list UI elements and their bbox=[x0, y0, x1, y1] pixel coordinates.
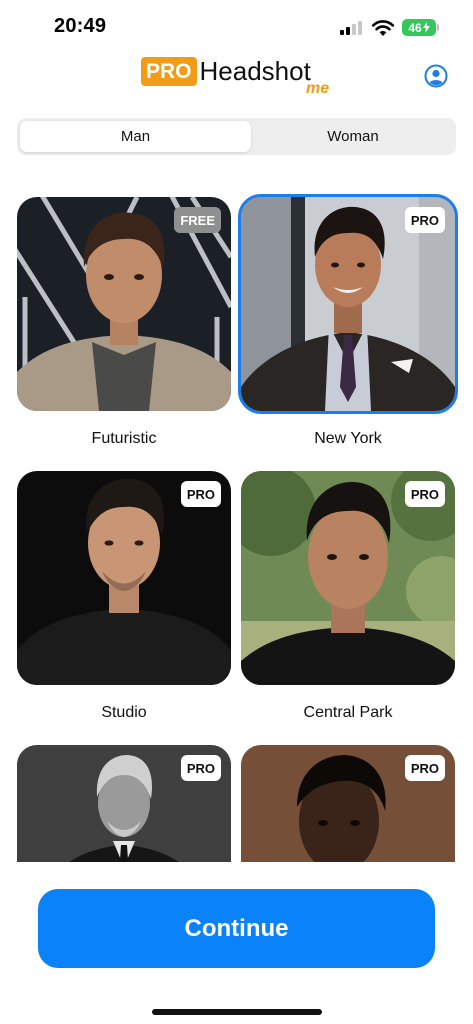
battery-indicator: 46 bbox=[402, 19, 436, 36]
charging-bolt-icon bbox=[422, 22, 430, 33]
battery-cap bbox=[437, 24, 439, 31]
free-badge: FREE bbox=[174, 207, 221, 233]
home-indicator bbox=[152, 1009, 322, 1015]
pro-badge: PRO bbox=[404, 207, 445, 233]
continue-button[interactable]: Continue bbox=[38, 889, 435, 968]
status-bar: 20:49 46 bbox=[0, 0, 473, 56]
pro-badge: PRO bbox=[180, 755, 221, 781]
style-caption: Central Park bbox=[303, 704, 393, 721]
battery-level: 46 bbox=[408, 20, 422, 35]
style-caption: New York bbox=[314, 430, 382, 447]
tab-man[interactable]: Man bbox=[20, 121, 251, 152]
wifi-icon bbox=[371, 20, 395, 36]
tab-woman[interactable]: Woman bbox=[253, 121, 453, 152]
pro-badge: PRO bbox=[404, 755, 445, 781]
logo-pro-badge: PRO bbox=[141, 57, 197, 86]
profile-icon[interactable] bbox=[424, 64, 448, 88]
logo-name: Headshot bbox=[199, 56, 311, 86]
style-card-central-park[interactable]: PRO bbox=[241, 471, 455, 685]
style-card-new-york[interactable]: PRO bbox=[238, 194, 458, 414]
logo-suffix: me bbox=[306, 80, 330, 97]
gender-segmented-control: Man Woman bbox=[17, 118, 456, 155]
cellular-signal-icon bbox=[340, 21, 364, 35]
style-caption: Futuristic bbox=[91, 430, 157, 447]
status-time: 20:49 bbox=[54, 15, 107, 37]
style-caption: Studio bbox=[101, 704, 147, 721]
pro-badge: PRO bbox=[180, 481, 221, 507]
style-card-studio[interactable]: PRO bbox=[17, 471, 231, 685]
style-card-futuristic[interactable]: FREE bbox=[17, 197, 231, 411]
pro-badge: PRO bbox=[404, 481, 445, 507]
app-logo: PRO Headshot me bbox=[141, 56, 329, 98]
